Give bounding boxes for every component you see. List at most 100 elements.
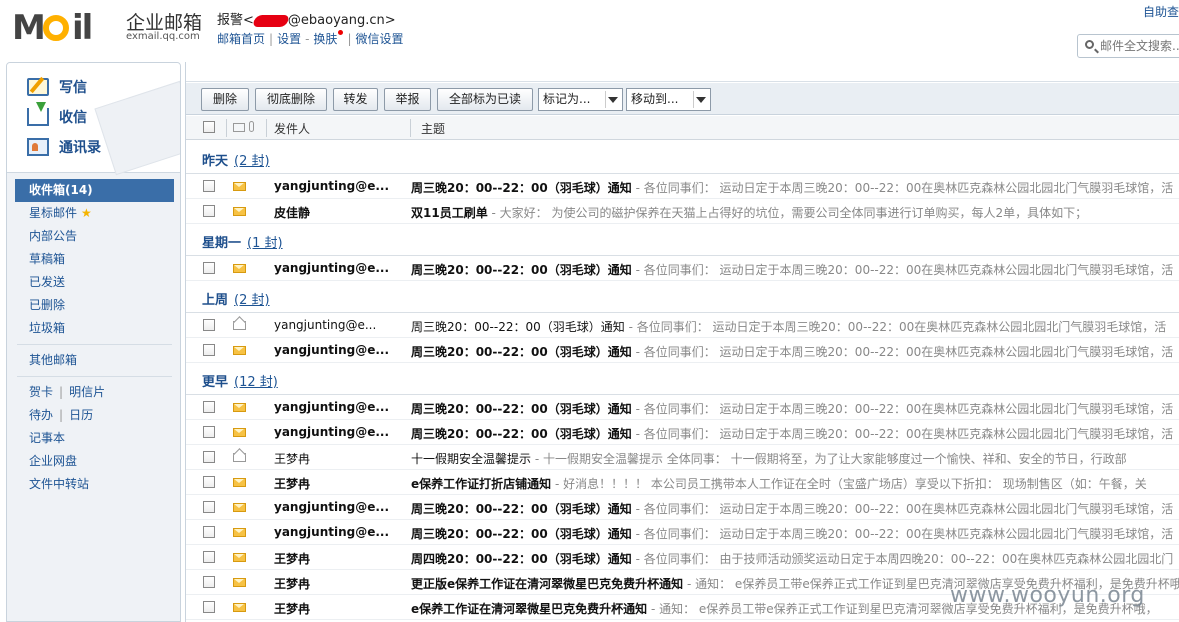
mark-all-read-button[interactable]: 全部标为已读 [437, 88, 533, 111]
row-checkbox[interactable] [203, 426, 215, 438]
link-mail-home[interactable]: 邮箱首页 [217, 32, 265, 46]
subject-column-header[interactable]: 主题 [421, 120, 445, 137]
app-calendar[interactable]: 日历 [69, 408, 93, 422]
read-mail-icon [233, 321, 246, 330]
self-service-link[interactable]: 自助查 [1143, 3, 1179, 20]
mail-sender: yangjunting@e... [274, 425, 390, 439]
quick-actions: 写信 收信 通讯录 [7, 63, 180, 176]
mail-subject-line: e保养工作证打折店铺通知 - 好消息！！！！ 本公司员工携带本人工作证在全时（宝… [411, 475, 1147, 492]
contacts-button[interactable]: 通讯录 [27, 135, 101, 159]
row-checkbox[interactable] [203, 344, 215, 356]
column-divider [266, 119, 267, 137]
folder-drafts[interactable]: 草稿箱 [7, 248, 180, 271]
unread-mail-icon [233, 603, 246, 612]
date-group-count[interactable]: (2 封) [234, 293, 270, 308]
mail-row[interactable]: 王梦冉 十一假期安全温馨提示 - 十一假期安全温馨提示 全体同事： 十一假期将至，… [186, 445, 1179, 470]
sender-column-header[interactable]: 发件人 [274, 120, 310, 137]
mail-row[interactable]: yangjunting@e... 周三晚20：00--22：00（羽毛球）通知 -… [186, 420, 1179, 445]
mark-as-label: 标记为... [543, 92, 591, 106]
app-todo[interactable]: 待办 [29, 408, 53, 422]
app-postcard[interactable]: 明信片 [69, 385, 105, 399]
mail-row[interactable]: yangjunting@e... 周三晚20：00--22：00（羽毛球）通知 -… [186, 395, 1179, 420]
folder-sent[interactable]: 已发送 [7, 271, 180, 294]
mail-row[interactable]: yangjunting@e... 周三晚20：00--22：00（羽毛球）通知 -… [186, 313, 1179, 338]
mail-row[interactable]: yangjunting@e... 周三晚20：00--22：00（羽毛球）通知 -… [186, 174, 1179, 199]
row-checkbox[interactable] [203, 476, 215, 488]
app-netdisk[interactable]: 企业网盘 [7, 450, 180, 473]
link-change-skin[interactable]: 换肤 [313, 32, 337, 46]
move-to-dropdown[interactable]: 移动到... [626, 88, 711, 111]
mail-row[interactable]: yangjunting@e... 周三晚20：00--22：00（羽毛球）通知 -… [186, 520, 1179, 545]
row-checkbox[interactable] [203, 501, 215, 513]
watermark: www.wooyun.org [950, 583, 1145, 608]
mail-row[interactable]: yangjunting@e... 周三晚20：00--22：00（羽毛球）通知 -… [186, 338, 1179, 363]
mail-subject-line: 双11员工刷单 - 大家好： 为使公司的磁护保养在天猫上占得好的坑位，需要公司全… [411, 204, 1087, 221]
mail-subject: 周三晚20：00--22：00（羽毛球）通知 [411, 320, 625, 334]
unread-mail-icon [233, 503, 246, 512]
mark-as-dropdown[interactable]: 标记为... [538, 88, 623, 111]
row-checkbox[interactable] [203, 551, 215, 563]
qq-mail-logo[interactable]: M il [12, 6, 122, 48]
mail-row[interactable]: yangjunting@e... 周三晚20：00--22：00（羽毛球）通知 -… [186, 495, 1179, 520]
report-button[interactable]: 举报 [384, 88, 431, 111]
mail-preview: - 十一假期安全温馨提示 全体同事： 十一假期将至，为了让大家能够度过一个愉快、… [531, 452, 1127, 466]
row-checkbox[interactable] [203, 576, 215, 588]
write-label: 写信 [59, 80, 87, 96]
mail-preview: - 各位同事们： 运动日定于本周三晚20：00--22：00在奥林匹克森林公园北… [631, 427, 1174, 441]
row-checkbox[interactable] [203, 401, 215, 413]
folder-inbox[interactable]: 收件箱(14) [15, 179, 174, 202]
row-checkbox[interactable] [203, 526, 215, 538]
date-group-label: 昨天 [202, 154, 229, 169]
row-checkbox[interactable] [203, 319, 215, 331]
folder-announcements[interactable]: 内部公告 [7, 225, 180, 248]
mail-sender: yangjunting@e... [274, 261, 390, 275]
permanent-delete-button[interactable]: 彻底删除 [255, 88, 327, 111]
app-greeting-card[interactable]: 贺卡 [29, 385, 53, 399]
mail-preview: - 各位同事们： 运动日定于本周三晚20：00--22：00在奥林匹克森林公园北… [631, 263, 1174, 277]
link-settings[interactable]: 设置 [277, 32, 301, 46]
forward-button[interactable]: 转发 [333, 88, 378, 111]
date-group-count[interactable]: (2 封) [234, 154, 270, 169]
mail-row[interactable]: yangjunting@e... 周三晚20：00--22：00（羽毛球）通知 -… [186, 256, 1179, 281]
user-prefix: 报警< [217, 13, 254, 28]
row-checkbox[interactable] [203, 262, 215, 274]
mail-subject: 周三晚20：00--22：00（羽毛球）通知 [411, 427, 632, 441]
row-checkbox[interactable] [203, 180, 215, 192]
folder-spam[interactable]: 垃圾箱 [7, 317, 180, 340]
write-mail-button[interactable]: 写信 [27, 75, 87, 99]
mail-subject: 周三晚20：00--22：00（羽毛球）通知 [411, 181, 632, 195]
mail-subject-line: 周三晚20：00--22：00（羽毛球）通知 - 各位同事们： 运动日定于本周三… [411, 179, 1173, 196]
app-notepad[interactable]: 记事本 [7, 427, 180, 450]
inbox-download-icon [27, 102, 49, 126]
mail-row[interactable]: 皮佳静 双11员工刷单 - 大家好： 为使公司的磁护保养在天猫上占得好的坑位，需要… [186, 199, 1179, 224]
mail-row[interactable]: 王梦冉 周四晚20：00--22：00（羽毛球）通知 - 各位同事们： 由于技师活… [186, 545, 1179, 570]
mail-subject: 周三晚20：00--22：00（羽毛球）通知 [411, 502, 632, 516]
delete-button[interactable]: 删除 [201, 88, 249, 111]
logo-letters-il: il [72, 8, 93, 48]
search-input[interactable] [1100, 38, 1179, 54]
select-all-checkbox[interactable] [203, 121, 215, 133]
date-group-count[interactable]: (1 封) [247, 236, 283, 251]
app-file-transfer[interactable]: 文件中转站 [7, 473, 180, 496]
row-checkbox[interactable] [203, 205, 215, 217]
search-box[interactable] [1077, 34, 1179, 58]
envelope-decoration [94, 80, 180, 176]
link-wechat-settings[interactable]: 微信设置 [355, 32, 403, 46]
row-checkbox[interactable] [203, 601, 215, 613]
row-checkbox[interactable] [203, 451, 215, 463]
mail-row[interactable]: 王梦冉 e保养工作证打折店铺通知 - 好消息！！！！ 本公司员工携带本人工作证在全… [186, 470, 1179, 495]
date-group-header: 星期一 (1 封) [186, 224, 1179, 256]
folder-starred-label: 星标邮件 [29, 206, 78, 220]
chevron-down-icon [696, 97, 706, 103]
redaction-mark [251, 14, 291, 27]
unread-mail-icon [233, 428, 246, 437]
mail-subject-line: 周三晚20：00--22：00（羽毛球）通知 - 各位同事们： 运动日定于本周三… [411, 525, 1173, 542]
receive-mail-button[interactable]: 收信 [27, 102, 87, 129]
search-icon [1085, 40, 1094, 49]
folder-other-mailboxes[interactable]: 其他邮箱 [7, 349, 180, 372]
date-group-count[interactable]: (12 封) [234, 375, 278, 390]
folder-deleted[interactable]: 已删除 [7, 294, 180, 317]
folder-starred[interactable]: 星标邮件 ★ [7, 202, 180, 225]
date-group-header: 更早 (12 封) [186, 363, 1179, 395]
mail-subject-line: 周三晚20：00--22：00（羽毛球）通知 - 各位同事们： 运动日定于本周三… [411, 343, 1173, 360]
